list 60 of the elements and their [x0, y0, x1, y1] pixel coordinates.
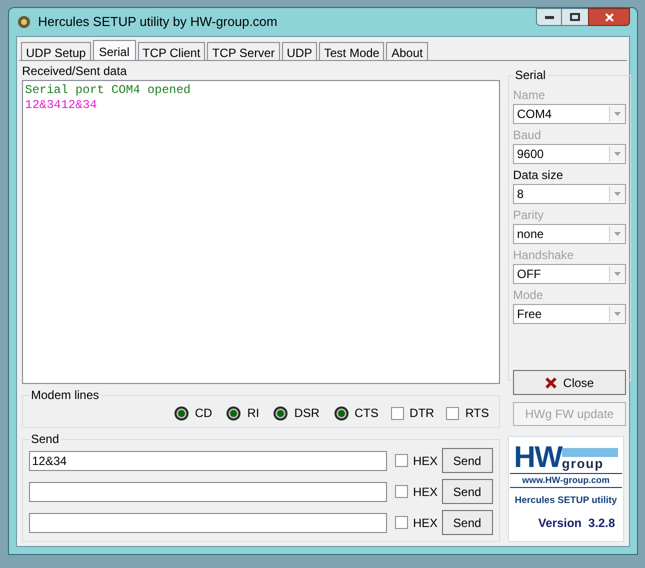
x-icon [545, 376, 558, 388]
minimize-button[interactable] [536, 8, 562, 26]
tab[interactable]: Test Mode [319, 42, 384, 60]
field-label: Parity [513, 207, 545, 224]
tab[interactable]: TCP Server [207, 42, 280, 60]
hex-label: HEX [413, 452, 438, 470]
caret-icon [609, 106, 625, 122]
group-title: Send [30, 431, 60, 448]
line-label: RI [247, 405, 260, 422]
send-button[interactable]: Send [442, 510, 493, 535]
group-title: Modem lines [30, 387, 100, 404]
checkbox[interactable] [446, 406, 460, 420]
hex-label: HEX [413, 514, 438, 532]
close-button[interactable] [588, 8, 630, 26]
send-input-field[interactable] [29, 512, 387, 532]
line-label: CTS [354, 405, 379, 422]
logo-brand: HW [514, 445, 562, 471]
line-label: DTR [410, 405, 434, 422]
close-port-button[interactable]: Close [513, 370, 626, 395]
line-label: RTS [465, 405, 489, 422]
logo-group: group [562, 457, 618, 471]
logo-url: www.HW-group.com [510, 473, 622, 488]
tab[interactable]: TCP Client [138, 42, 206, 60]
caret-icon [609, 226, 625, 242]
dropdown[interactable]: 8 [513, 184, 626, 204]
checkbox[interactable] [395, 454, 408, 467]
caret-icon [609, 266, 625, 282]
caret-icon [609, 306, 625, 322]
close-icon [604, 12, 614, 22]
field-label: Baud [513, 127, 542, 144]
line-label: CD [194, 405, 212, 422]
terminal-line: Serial port COM4 opened [25, 83, 191, 98]
checkbox[interactable] [395, 516, 408, 529]
field-label: Name [513, 87, 546, 104]
send-button[interactable]: Send [442, 479, 493, 504]
group-title: Serial [514, 67, 547, 84]
tab[interactable]: UDP Setup [21, 42, 91, 60]
tab[interactable]: Serial [92, 40, 136, 61]
field-label: Handshake [513, 247, 575, 264]
checkbox[interactable] [390, 406, 404, 420]
app-icon [16, 14, 32, 30]
checkbox[interactable] [395, 485, 408, 498]
window-title: Hercules SETUP utility by HW-group.com [38, 13, 278, 32]
send-button[interactable]: Send [442, 448, 493, 473]
field-label: Mode [513, 287, 544, 304]
received-label: Received/Sent data [22, 63, 128, 80]
caret-icon [609, 186, 625, 202]
send-input-field[interactable] [29, 482, 387, 502]
maximize-button[interactable] [562, 8, 588, 26]
product-name: Hercules SETUP utility [514, 494, 617, 508]
line-label: DSR [294, 405, 320, 422]
field-label: Data size [513, 167, 564, 184]
version-text: Version 3.2.8 [538, 515, 616, 532]
tab[interactable]: UDP [282, 42, 318, 60]
send-input-field[interactable]: 12&34 [29, 450, 387, 470]
logo-bar [562, 448, 618, 457]
hex-label: HEX [413, 484, 438, 500]
tab[interactable]: About [386, 42, 428, 60]
caret-icon [609, 146, 625, 162]
terminal-line: 12&3412&34 [25, 98, 98, 113]
